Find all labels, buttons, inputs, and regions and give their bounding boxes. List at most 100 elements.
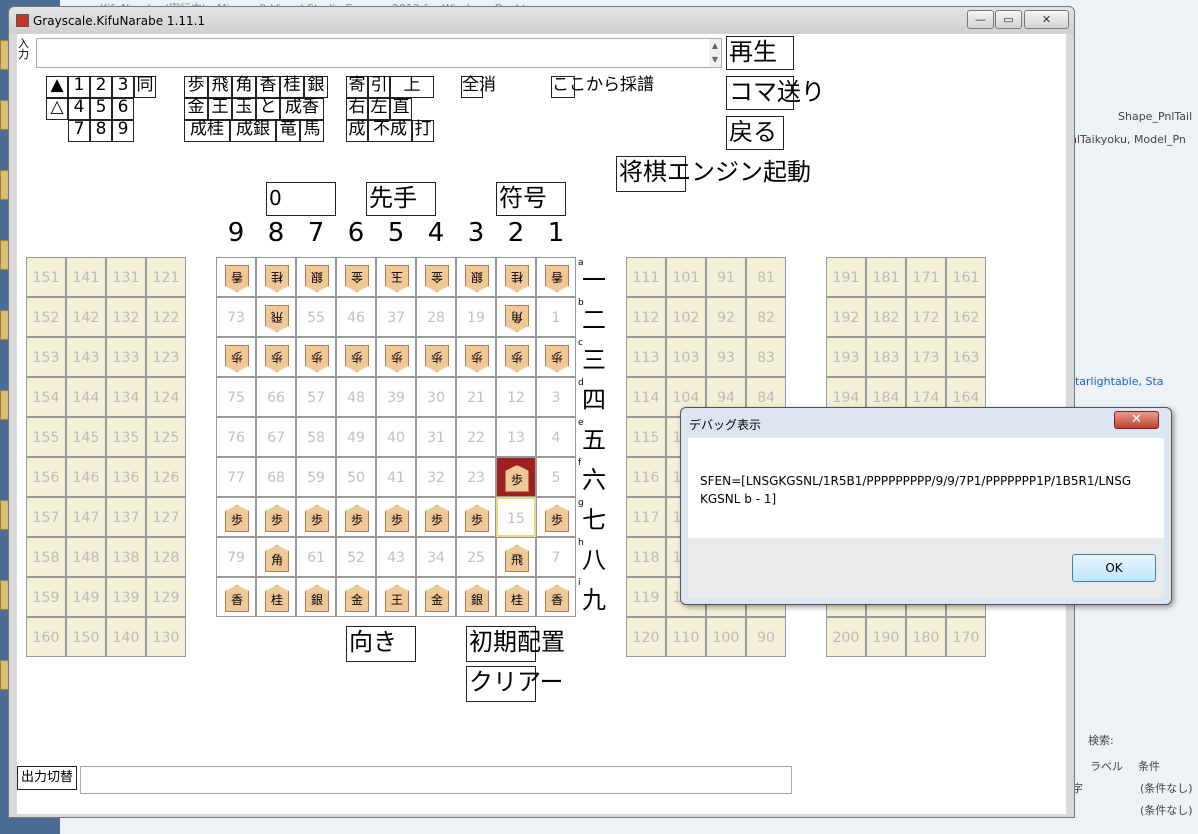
stand-cell[interactable]: 146 bbox=[66, 457, 106, 497]
stand-cell[interactable]: 103 bbox=[666, 337, 706, 377]
board-square[interactable]: 7 bbox=[536, 537, 576, 577]
stand-cell[interactable]: 101 bbox=[666, 257, 706, 297]
move-button[interactable]: 飛 bbox=[208, 76, 232, 98]
shogi-piece[interactable]: 香 bbox=[225, 265, 249, 292]
board-square[interactable]: 歩 bbox=[536, 337, 576, 377]
shogi-piece[interactable]: 角 bbox=[505, 305, 529, 332]
shogi-piece[interactable]: 飛 bbox=[505, 545, 529, 572]
board-square[interactable]: 58 bbox=[296, 417, 336, 457]
stand-cell[interactable]: 173 bbox=[906, 337, 946, 377]
stand-cell[interactable]: 151 bbox=[26, 257, 66, 297]
stand-cell[interactable]: 154 bbox=[26, 377, 66, 417]
board-square[interactable]: 歩 bbox=[416, 337, 456, 377]
shogi-piece[interactable]: 歩 bbox=[265, 505, 289, 532]
board-square[interactable]: 13 bbox=[496, 417, 536, 457]
board-square[interactable]: 23 bbox=[456, 457, 496, 497]
fugo-button[interactable]: 符号 bbox=[496, 182, 566, 216]
move-button[interactable]: 3 bbox=[112, 76, 134, 98]
stand-cell[interactable]: 180 bbox=[906, 617, 946, 657]
board-square[interactable]: 67 bbox=[256, 417, 296, 457]
shogi-piece[interactable]: 銀 bbox=[465, 585, 489, 612]
board-square[interactable]: 歩 bbox=[336, 337, 376, 377]
move-button[interactable]: 9 bbox=[112, 120, 134, 142]
stand-cell[interactable]: 124 bbox=[146, 377, 186, 417]
stand-cell[interactable]: 128 bbox=[146, 537, 186, 577]
counter-field[interactable]: 0 bbox=[266, 182, 336, 216]
stand-cell[interactable]: 135 bbox=[106, 417, 146, 457]
move-button[interactable]: 成 bbox=[346, 120, 368, 142]
minimize-button[interactable]: — bbox=[967, 10, 994, 29]
board-square[interactable]: 歩 bbox=[456, 337, 496, 377]
stand-cell[interactable]: 145 bbox=[66, 417, 106, 457]
board-square[interactable]: 52 bbox=[336, 537, 376, 577]
board-square[interactable]: 金 bbox=[336, 577, 376, 617]
board-square[interactable]: 3 bbox=[536, 377, 576, 417]
kokokara-button[interactable]: ここから採譜 bbox=[551, 76, 654, 98]
board-square[interactable]: 香 bbox=[536, 577, 576, 617]
stand-cell[interactable]: 182 bbox=[866, 297, 906, 337]
stand-cell[interactable]: 147 bbox=[66, 497, 106, 537]
engine-button[interactable]: 将棋エンジン起動 bbox=[616, 156, 811, 192]
board-square[interactable]: 43 bbox=[376, 537, 416, 577]
board-square[interactable]: 歩 bbox=[416, 497, 456, 537]
shogi-piece[interactable]: 歩 bbox=[385, 505, 409, 532]
shogi-piece[interactable]: 銀 bbox=[305, 265, 329, 292]
shogi-piece[interactable]: 玉 bbox=[385, 265, 409, 292]
shogi-piece[interactable]: 歩 bbox=[425, 505, 449, 532]
stand-cell[interactable]: 126 bbox=[146, 457, 186, 497]
shogi-piece[interactable]: 金 bbox=[425, 585, 449, 612]
stand-cell[interactable]: 160 bbox=[26, 617, 66, 657]
move-button[interactable]: 不成 bbox=[368, 120, 412, 142]
stand-cell[interactable]: 152 bbox=[26, 297, 66, 337]
board-square[interactable]: 21 bbox=[456, 377, 496, 417]
stand-cell[interactable]: 141 bbox=[66, 257, 106, 297]
stand-cell[interactable]: 82 bbox=[746, 297, 786, 337]
stand-cell[interactable]: 114 bbox=[626, 377, 666, 417]
stand-cell[interactable]: 125 bbox=[146, 417, 186, 457]
stand-cell[interactable]: 93 bbox=[706, 337, 746, 377]
board-square[interactable]: 香 bbox=[216, 257, 256, 297]
shogi-piece[interactable]: 角 bbox=[265, 545, 289, 572]
board-square[interactable]: 22 bbox=[456, 417, 496, 457]
stand-cell[interactable]: 92 bbox=[706, 297, 746, 337]
board-square[interactable]: 歩 bbox=[536, 497, 576, 537]
board-square[interactable]: 香 bbox=[536, 257, 576, 297]
sente-button[interactable]: 先手 bbox=[366, 182, 436, 216]
board-square[interactable]: 桂 bbox=[256, 577, 296, 617]
stand-cell[interactable]: 159 bbox=[26, 577, 66, 617]
board-square[interactable]: 76 bbox=[216, 417, 256, 457]
shogi-piece[interactable]: 桂 bbox=[265, 265, 289, 292]
move-button[interactable]: 6 bbox=[112, 98, 134, 120]
step-button[interactable]: コマ送り bbox=[726, 76, 825, 110]
shoki-button[interactable]: 初期配置 bbox=[466, 626, 565, 662]
board-square[interactable]: 79 bbox=[216, 537, 256, 577]
stand-cell[interactable]: 138 bbox=[106, 537, 146, 577]
stand-cell[interactable]: 148 bbox=[66, 537, 106, 577]
shogi-piece[interactable]: 歩 bbox=[305, 345, 329, 372]
board-square[interactable]: 歩 bbox=[296, 497, 336, 537]
stand-cell[interactable]: 122 bbox=[146, 297, 186, 337]
stand-cell[interactable]: 134 bbox=[106, 377, 146, 417]
stand-cell[interactable]: 137 bbox=[106, 497, 146, 537]
stand-cell[interactable]: 192 bbox=[826, 297, 866, 337]
move-button[interactable]: 同 bbox=[134, 76, 156, 98]
board-square[interactable]: 75 bbox=[216, 377, 256, 417]
shogi-piece[interactable]: 歩 bbox=[465, 505, 489, 532]
stand-cell[interactable]: 129 bbox=[146, 577, 186, 617]
stand-cell[interactable]: 112 bbox=[626, 297, 666, 337]
back-button[interactable]: 戻る bbox=[726, 116, 784, 150]
board-square[interactable]: 73 bbox=[216, 297, 256, 337]
board-square[interactable]: 41 bbox=[376, 457, 416, 497]
move-button[interactable]: 2 bbox=[90, 76, 112, 98]
move-button[interactable]: 打 bbox=[412, 120, 434, 142]
board-square[interactable]: 桂 bbox=[256, 257, 296, 297]
stand-cell[interactable]: 170 bbox=[946, 617, 986, 657]
board-square[interactable]: 王 bbox=[376, 577, 416, 617]
output-toggle-button[interactable]: 出力切替 bbox=[17, 766, 77, 790]
move-button[interactable]: と bbox=[256, 98, 280, 120]
board-square[interactable]: 歩 bbox=[216, 337, 256, 377]
move-button[interactable]: 8 bbox=[90, 120, 112, 142]
move-button[interactable]: 王 bbox=[208, 98, 232, 120]
move-button[interactable]: 直 bbox=[390, 98, 412, 120]
stand-cell[interactable]: 117 bbox=[626, 497, 666, 537]
